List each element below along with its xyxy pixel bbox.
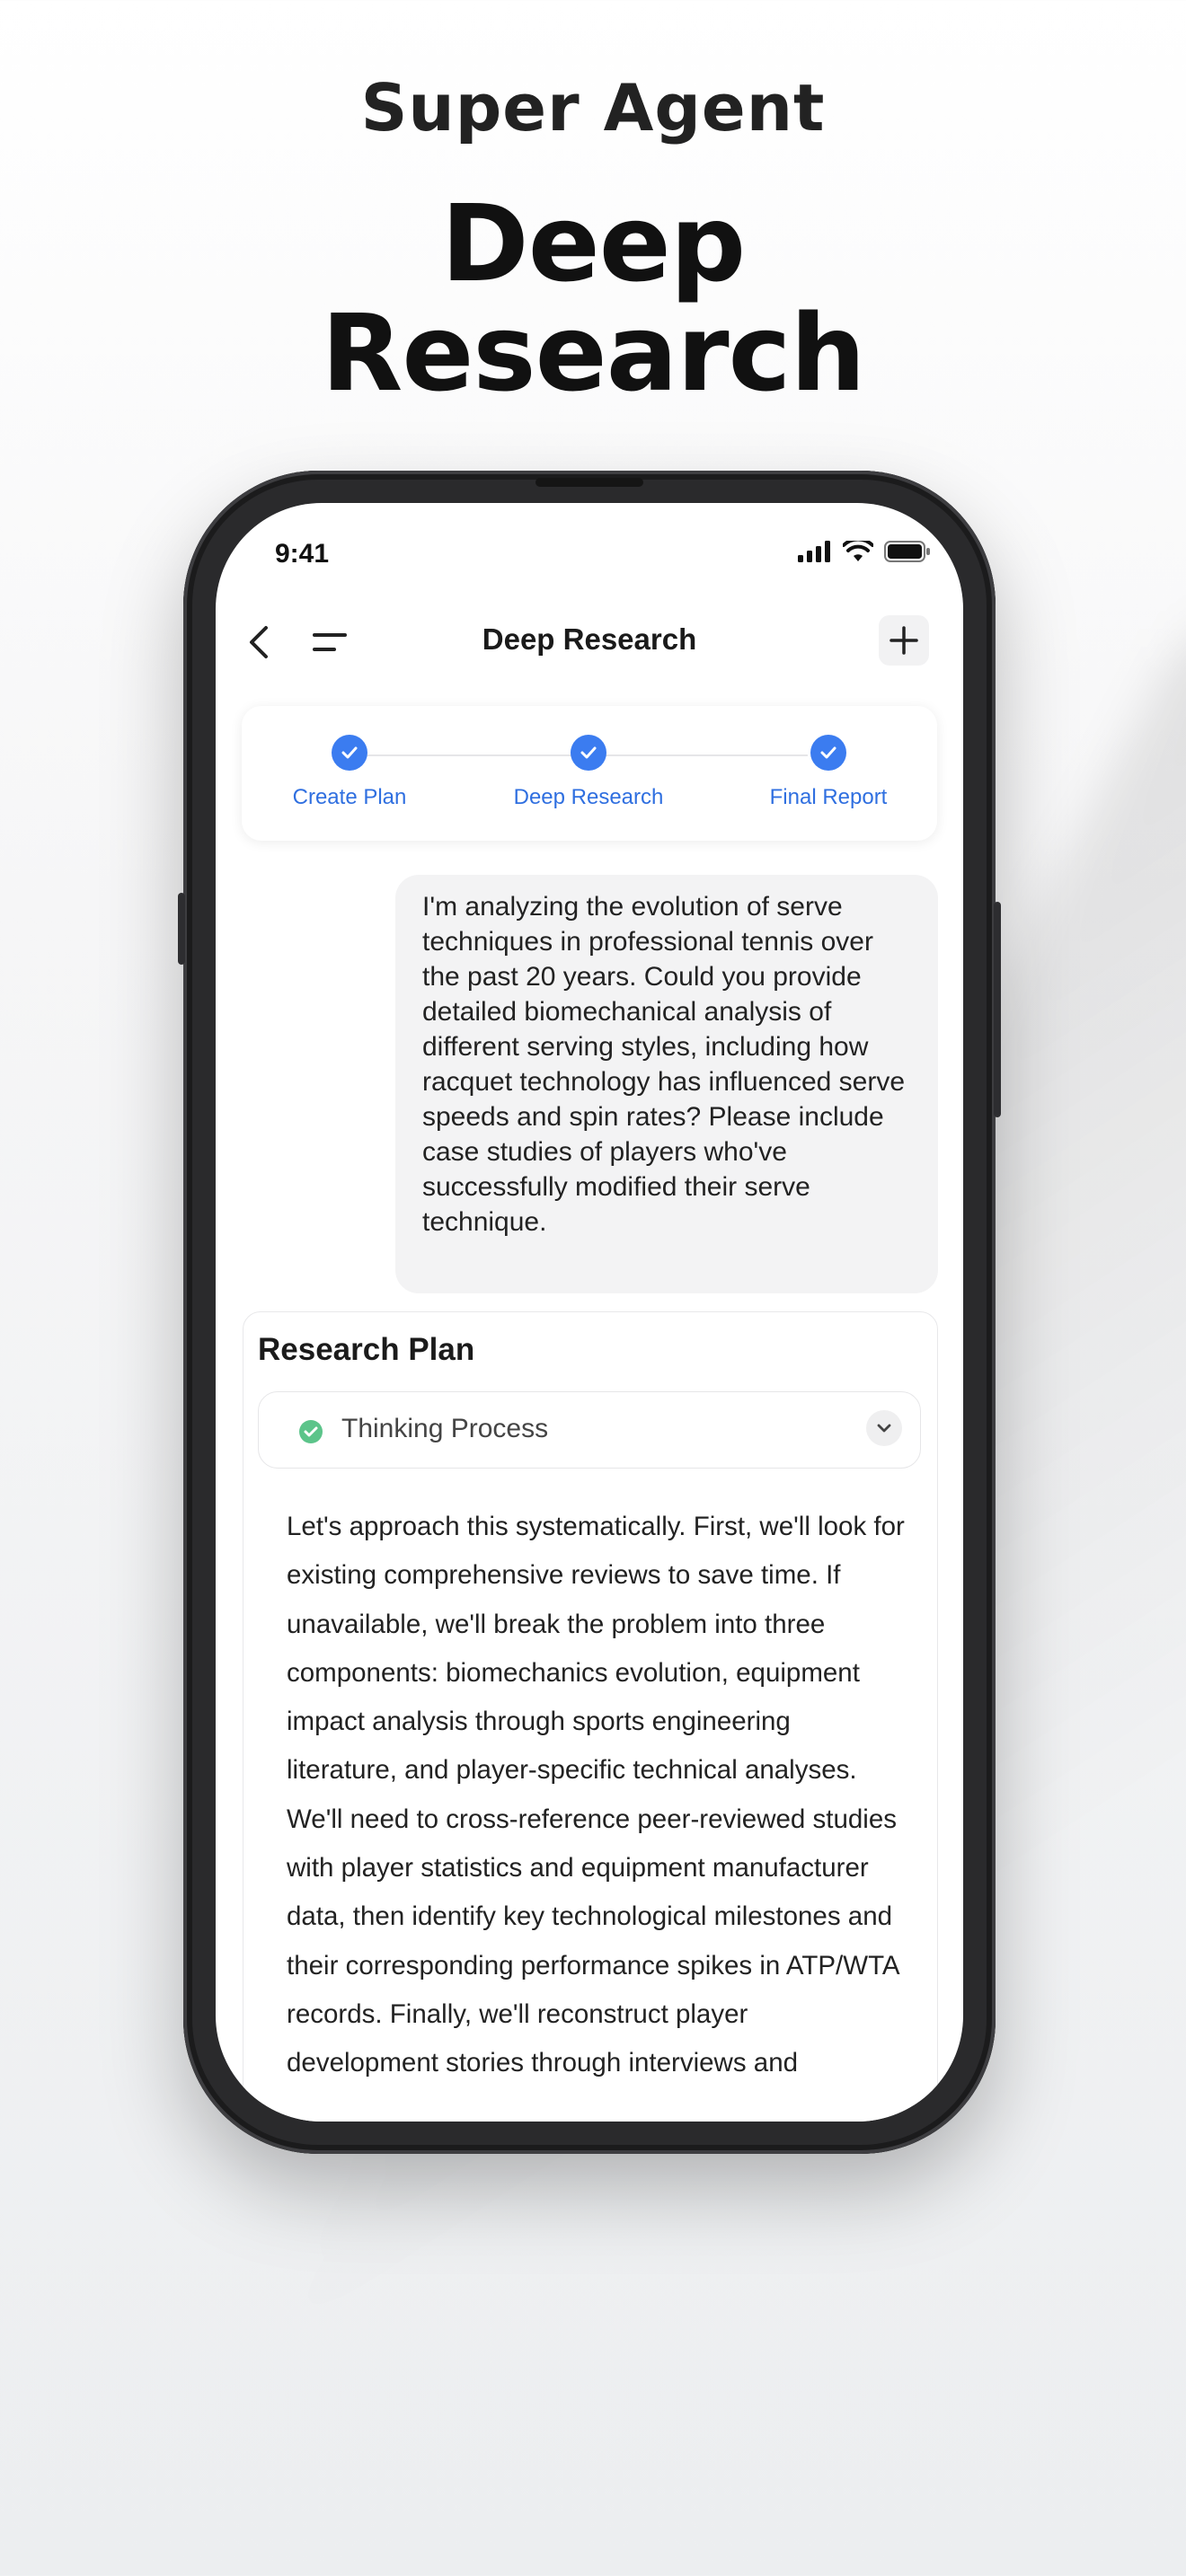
research-plan-text: Let's approach this systematically. Firs… — [287, 1512, 905, 2078]
battery-icon — [884, 541, 930, 562]
step-deep-research[interactable]: Deep Research — [490, 735, 687, 810]
step-check-icon — [571, 735, 606, 771]
step-label: Final Report — [769, 785, 888, 809]
plus-icon — [890, 626, 918, 655]
promo-kicker: Super Agent — [360, 70, 826, 146]
research-plan-title: Research Plan — [258, 1332, 475, 1367]
promo-title-line2: Research — [321, 291, 866, 415]
status-bar: 9:41 — [216, 534, 963, 578]
nav-title: Deep Research — [482, 622, 697, 656]
chevron-down-icon[interactable] — [866, 1410, 902, 1446]
phone-frame: 9:41 Deep Research Create Plan Deep Rese… — [178, 471, 1001, 2154]
research-plan-body: Let's approach this systematically. Firs… — [287, 1503, 907, 2088]
step-check-icon — [810, 735, 846, 771]
user-message-bubble: I'm analyzing the evolution of serve tec… — [395, 875, 938, 1293]
promo-title: Deep Research — [0, 189, 1186, 408]
thinking-process-toggle[interactable]: Thinking Process — [258, 1391, 921, 1469]
promo-title-line1: Deep — [440, 181, 746, 305]
nav-bar: Deep Research — [216, 606, 963, 678]
step-check-icon — [332, 735, 367, 771]
step-final-report[interactable]: Final Report — [730, 735, 927, 810]
phone-speaker — [535, 478, 643, 487]
wifi-icon — [843, 541, 873, 561]
status-time: 9:41 — [275, 539, 330, 569]
phone-button — [178, 893, 185, 965]
status-icons — [798, 541, 931, 562]
step-create-plan[interactable]: Create Plan — [251, 735, 448, 810]
progress-stepper: Create Plan Deep Research Final Report — [242, 706, 937, 841]
research-plan-card: Research Plan Thinking Process Let's app… — [243, 1311, 938, 2122]
app-screen: 9:41 Deep Research Create Plan Deep Rese… — [216, 503, 963, 2122]
signal-icon — [798, 541, 830, 562]
new-chat-button[interactable] — [879, 615, 929, 666]
step-label: Deep Research — [513, 785, 664, 809]
check-circle-icon — [299, 1420, 323, 1443]
step-label: Create Plan — [292, 785, 407, 809]
thinking-process-label: Thinking Process — [341, 1414, 549, 1443]
phone-button — [994, 902, 1001, 1117]
user-message-text: I'm analyzing the evolution of serve tec… — [422, 892, 906, 1237]
